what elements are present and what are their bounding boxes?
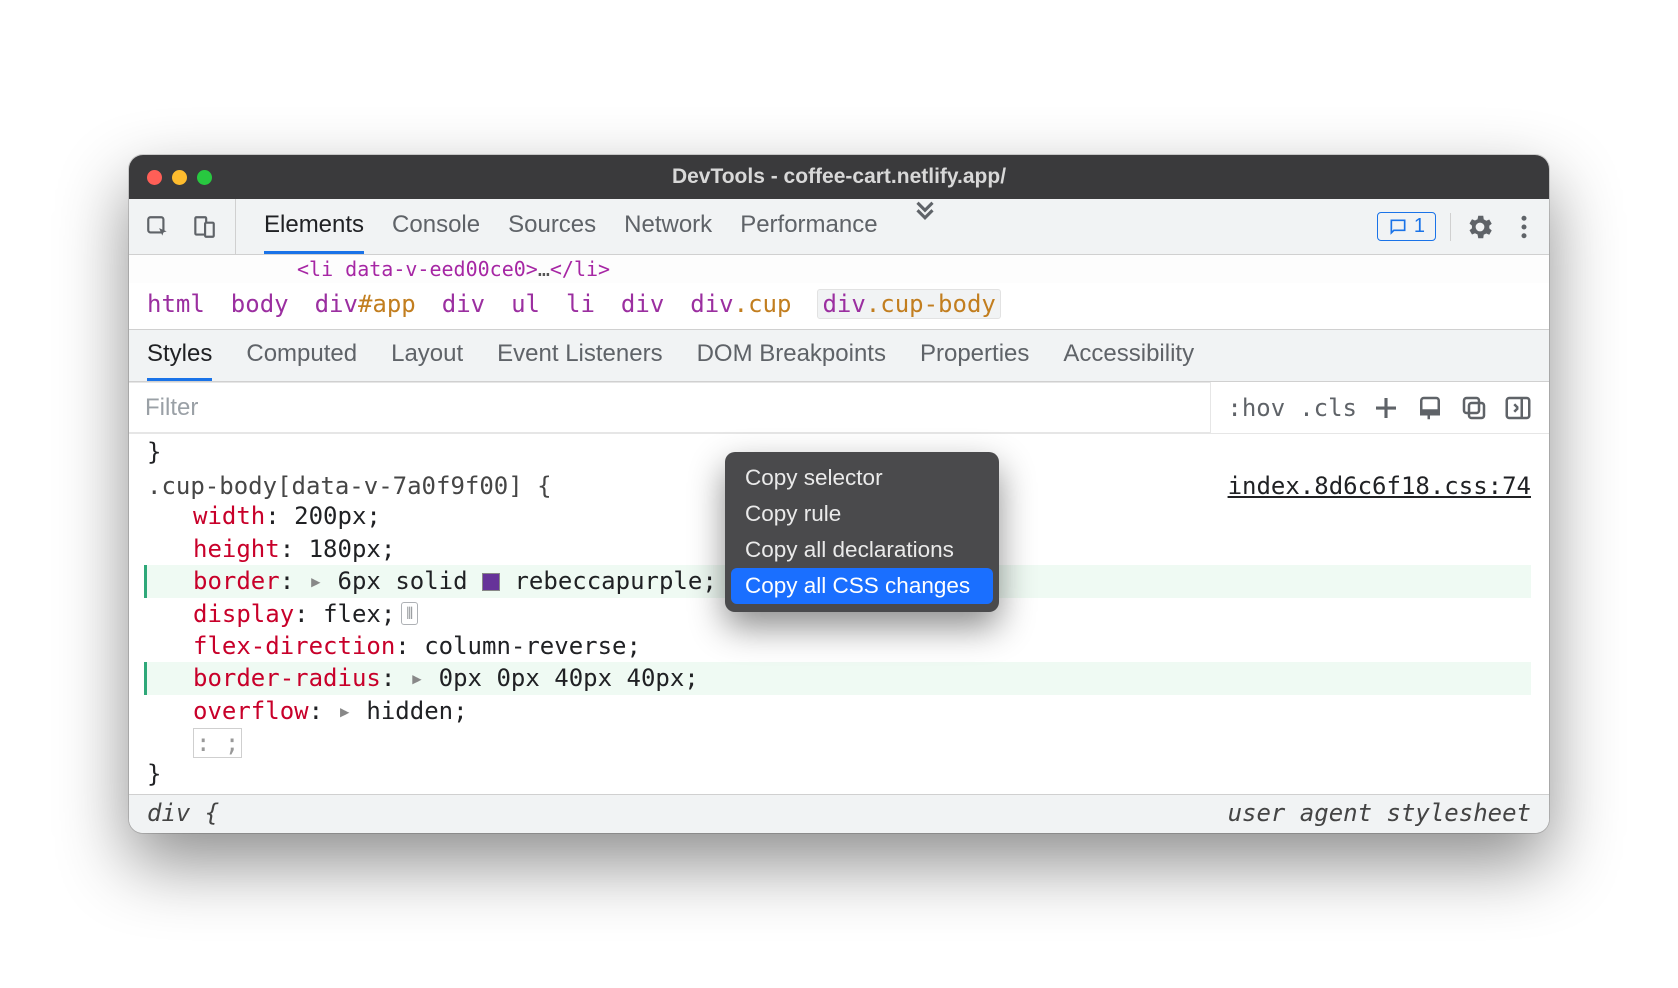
tab-network[interactable]: Network [624,199,712,254]
toggle-sidebar-icon[interactable] [1503,393,1533,423]
tab-performance[interactable]: Performance [740,199,877,254]
devtools-window: DevTools - coffee-cart.netlify.app/ Elem… [129,155,1549,832]
decl-overflow[interactable]: overflow: ▸ hidden; [193,695,1531,727]
devtools-toolbar: Elements Console Sources Network Perform… [129,199,1549,255]
subtab-computed[interactable]: Computed [246,330,357,381]
color-swatch-icon[interactable] [482,573,500,591]
close-window-button[interactable] [147,170,162,185]
tab-sources[interactable]: Sources [508,199,596,254]
styles-filter-bar: Filter :hov .cls [129,382,1549,434]
hov-toggle[interactable]: :hov [1227,394,1285,422]
device-toolbar-icon[interactable] [191,214,217,240]
crumb-cup[interactable]: div.cup [690,290,791,318]
crumb-body[interactable]: body [231,290,289,318]
menu-copy-rule[interactable]: Copy rule [731,496,993,532]
styles-filter-input[interactable]: Filter [129,382,1211,433]
settings-gear-icon[interactable] [1465,212,1495,242]
crumb-app[interactable]: div#app [315,290,416,318]
menu-copy-declarations[interactable]: Copy all declarations [731,532,993,568]
breadcrumb-trail: html body div#app div ul li div div.cup … [129,283,1549,330]
menu-copy-css-changes[interactable]: Copy all CSS changes [731,568,993,604]
crumb-div2[interactable]: div [621,290,664,318]
flex-badge-icon[interactable]: ⫴ [401,602,418,626]
subtab-event-listeners[interactable]: Event Listeners [497,330,662,381]
issues-count: 1 [1414,215,1425,238]
new-rule-plus-icon[interactable] [1371,393,1401,423]
subtab-layout[interactable]: Layout [391,330,463,381]
separator [1450,213,1451,241]
tab-console[interactable]: Console [392,199,480,254]
subtab-accessibility[interactable]: Accessibility [1063,330,1194,381]
subtab-properties[interactable]: Properties [920,330,1029,381]
ua-label: user agent stylesheet [1228,799,1531,827]
issues-badge[interactable]: 1 [1377,212,1436,241]
paint-brush-icon[interactable] [1415,393,1445,423]
source-link[interactable]: index.8d6c6f18.css:74 [1228,472,1531,500]
ua-selector[interactable]: div { [147,799,219,827]
subtab-dom-breakpoints[interactable]: DOM Breakpoints [697,330,886,381]
crumb-ul[interactable]: ul [511,290,540,318]
cls-toggle[interactable]: .cls [1299,394,1357,422]
window-controls [147,170,212,185]
dom-tree-fragment[interactable]: <li data-v-eed00ce0>…</li> [129,255,1549,283]
decl-flex-direction[interactable]: flex-direction: column-reverse; [193,630,1531,662]
user-agent-rule: div { user agent stylesheet [129,794,1549,833]
crumb-div[interactable]: div [442,290,485,318]
decl-empty[interactable]: : ; [193,727,1531,759]
subtab-styles[interactable]: Styles [147,330,212,381]
panel-tabs: Elements Console Sources Network Perform… [236,199,940,254]
decl-border-radius[interactable]: border-radius: ▸ 0px 0px 40px 40px; [144,662,1531,694]
rule-close-brace: } [147,760,1531,788]
crumb-html[interactable]: html [147,290,205,318]
kebab-menu-icon[interactable] [1509,212,1539,242]
more-tabs-chevron-icon[interactable] [910,199,940,229]
zoom-window-button[interactable] [197,170,212,185]
window-title: DevTools - coffee-cart.netlify.app/ [129,165,1549,189]
crumb-li[interactable]: li [566,290,595,318]
window-titlebar: DevTools - coffee-cart.netlify.app/ [129,155,1549,199]
rule-selector[interactable]: .cup-body[data-v-7a0f9f00] { [147,472,552,500]
styles-subtabs: Styles Computed Layout Event Listeners D… [129,330,1549,382]
context-menu: Copy selector Copy rule Copy all declara… [725,452,999,612]
inspect-element-icon[interactable] [145,214,171,240]
minimize-window-button[interactable] [172,170,187,185]
copy-icon[interactable] [1459,393,1489,423]
menu-copy-selector[interactable]: Copy selector [731,460,993,496]
tab-elements[interactable]: Elements [264,199,364,254]
crumb-cup-body[interactable]: div.cup-body [817,289,1000,319]
styles-pane: } .cup-body[data-v-7a0f9f00] { index.8d6… [129,434,1549,793]
